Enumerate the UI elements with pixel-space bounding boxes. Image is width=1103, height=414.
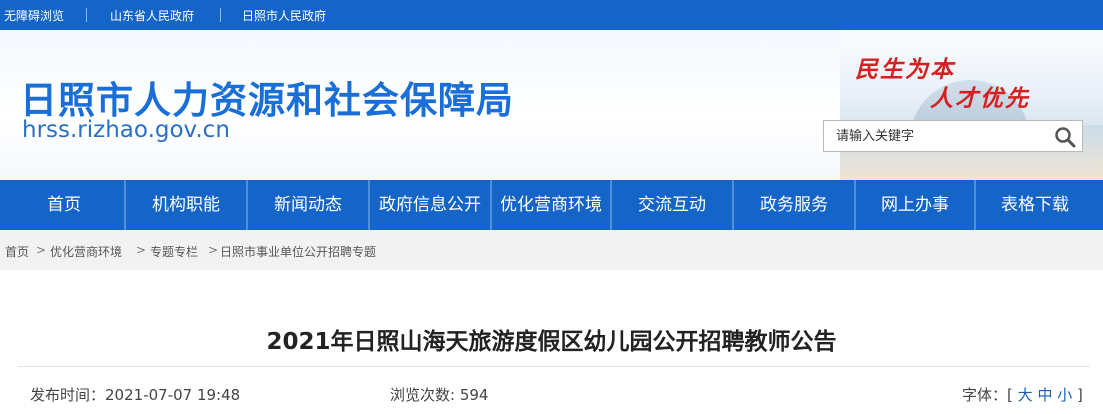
nav-business-env[interactable]: 优化营商环境 xyxy=(492,180,610,230)
rizhao-gov-link[interactable]: 日照市人民政府 xyxy=(242,7,326,24)
search-input[interactable] xyxy=(824,121,1046,151)
nav-functions[interactable]: 机构职能 xyxy=(126,180,246,230)
top-bar: 无障碍浏览 山东省人民政府 日照市人民政府 xyxy=(0,0,1103,30)
views-label: 浏览次数: xyxy=(390,386,460,404)
topbar-divider xyxy=(86,8,87,22)
breadcrumb: 首页 > 优化营商环境 > 专题专栏 > 日照市事业单位公开招聘专题 xyxy=(0,230,1103,270)
breadcrumb-separator: > xyxy=(136,243,147,257)
font-size-control: 字体：[ 大 中 小 ] xyxy=(962,384,1083,405)
font-bracket-open: [ xyxy=(1007,386,1013,404)
nav-news[interactable]: 新闻动态 xyxy=(248,180,368,230)
font-bracket-close: ] xyxy=(1077,386,1083,404)
breadcrumb-business-env[interactable]: 优化营商环境 xyxy=(50,243,122,260)
breadcrumb-separator: > xyxy=(36,243,47,257)
nav-form-download[interactable]: 表格下载 xyxy=(976,180,1094,230)
font-medium-button[interactable]: 中 xyxy=(1037,386,1052,404)
publish-label: 发布时间： xyxy=(30,386,106,404)
font-size-label: 字体： xyxy=(962,386,1008,404)
publish-time: 2021-07-07 19:48 xyxy=(105,386,241,404)
views-count: 594 xyxy=(459,386,489,404)
slogan-line2: 人才优先 xyxy=(930,85,1030,112)
article-title: 2021年日照山海天旅游度假区幼儿园公开招聘教师公告 xyxy=(266,329,837,355)
search-icon[interactable] xyxy=(1054,126,1076,148)
nav-interaction[interactable]: 交流互动 xyxy=(612,180,732,230)
font-large-button[interactable]: 大 xyxy=(1018,386,1033,404)
font-small-button[interactable]: 小 xyxy=(1057,386,1072,404)
breadcrumb-separator: > xyxy=(208,243,219,257)
shandong-gov-link[interactable]: 山东省人民政府 xyxy=(110,7,194,24)
search-box xyxy=(823,120,1083,152)
topbar-divider xyxy=(220,8,221,22)
nav-online-services[interactable]: 网上办事 xyxy=(856,180,974,230)
nav-home[interactable]: 首页 xyxy=(4,180,124,230)
nav-gov-services[interactable]: 政务服务 xyxy=(734,180,854,230)
site-domain: hrss.rizhao.gov.cn xyxy=(22,117,230,143)
site-title[interactable]: 日照市人力资源和社会保障局 xyxy=(20,70,514,124)
main-nav: 首页 机构职能 新闻动态 政府信息公开 优化营商环境 交流互动 政务服务 网上办… xyxy=(0,180,1103,230)
accessibility-link[interactable]: 无障碍浏览 xyxy=(4,7,64,24)
breadcrumb-home[interactable]: 首页 xyxy=(5,243,29,260)
views-info: 浏览次数: 594 xyxy=(390,384,488,405)
nav-gov-info[interactable]: 政府信息公开 xyxy=(370,180,490,230)
breadcrumb-current[interactable]: 日照市事业单位公开招聘专题 xyxy=(220,243,376,260)
publish-info: 发布时间：2021-07-07 19:48 xyxy=(30,384,240,405)
divider xyxy=(18,366,1090,367)
breadcrumb-special-topics[interactable]: 专题专栏 xyxy=(150,243,198,260)
